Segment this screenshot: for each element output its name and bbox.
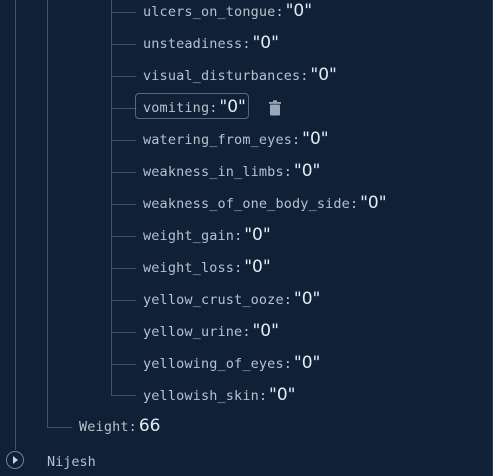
tree-branch (111, 108, 136, 109)
tree-branch (111, 268, 136, 269)
field-key: visual_disturbances (143, 68, 301, 84)
field-value[interactable]: "0" (244, 257, 270, 277)
field-value[interactable]: 66 (139, 416, 161, 436)
tree-branch (111, 236, 136, 237)
tree-branch (111, 364, 136, 365)
field-colon: : (128, 419, 137, 435)
field-colon: : (283, 292, 292, 308)
field-key: yellow_crust_ooze (143, 292, 284, 308)
field-value[interactable]: "0" (269, 385, 295, 405)
tree-branch (111, 44, 136, 45)
field-colon: : (242, 324, 251, 340)
field-key: weight_gain (143, 228, 235, 244)
field-colon: : (292, 132, 301, 148)
field-colon: : (349, 196, 359, 212)
field-value[interactable]: "0" (310, 65, 336, 85)
field-row-vomiting[interactable]: vomiting: "0" (135, 93, 249, 121)
tree-line-root (15, 0, 16, 450)
field-row-unsteadiness[interactable]: unsteadiness: "0" (143, 33, 279, 57)
field-row-weight-gain[interactable]: weight_gain: "0" (143, 225, 271, 249)
field-key: weight_loss (143, 260, 235, 276)
field-colon: : (283, 356, 292, 372)
field-key: yellowish_skin (143, 388, 259, 404)
tree-branch (111, 204, 136, 205)
tree-branch (111, 140, 136, 141)
field-colon: : (234, 260, 243, 276)
field-row-weakness-of-one-body-side[interactable]: weakness_of_one_body_side: "0" (143, 193, 387, 217)
field-row-yellow-urine[interactable]: yellow_urine: "0" (143, 321, 279, 345)
field-colon: : (234, 228, 243, 244)
field-colon: : (242, 36, 251, 52)
field-row-visual-disturbances[interactable]: visual_disturbances: "0" (143, 65, 337, 89)
document-tree-view: ulcers_on_tongue: "0" unsteadiness: "0" … (0, 0, 493, 476)
field-value[interactable]: "0" (294, 353, 320, 373)
field-colon: : (258, 388, 268, 404)
tree-branch (111, 172, 136, 173)
tree-branch (111, 12, 136, 13)
tree-branch (111, 332, 136, 333)
tree-branch-weight (47, 427, 72, 428)
chevron-right-icon[interactable] (6, 451, 24, 469)
tree-branch (111, 395, 136, 396)
trash-icon[interactable] (266, 99, 284, 117)
field-row-yellowing-of-eyes[interactable]: yellowing_of_eyes: "0" (143, 353, 320, 377)
field-value[interactable]: "0" (252, 321, 278, 341)
field-row-ulcers-on-tongue[interactable]: ulcers_on_tongue: "0" (143, 1, 312, 25)
field-value[interactable]: "0" (294, 289, 320, 309)
hover-highlight-box (135, 93, 249, 119)
field-key: Weight (79, 419, 129, 435)
node-label: Nijesh (47, 454, 96, 470)
field-colon: : (275, 4, 284, 20)
tree-branch (111, 76, 136, 77)
field-key: ulcers_on_tongue (143, 4, 276, 20)
tree-branch (111, 300, 136, 301)
field-key: yellow_urine (143, 324, 243, 340)
field-value[interactable]: "0" (360, 193, 386, 213)
field-row-yellowish-skin[interactable]: yellowish_skin: "0" (143, 385, 296, 409)
field-row-yellow-crust-ooze[interactable]: yellow_crust_ooze: "0" (143, 289, 320, 313)
field-row-weight[interactable]: Weight: 66 (79, 416, 160, 436)
tree-line-symptoms (111, 0, 112, 395)
field-value[interactable]: "0" (302, 129, 328, 149)
field-row-weight-loss[interactable]: weight_loss: "0" (143, 257, 271, 281)
field-key: weakness_of_one_body_side (143, 196, 350, 212)
field-value[interactable]: "0" (294, 161, 320, 181)
tree-line-document (47, 0, 48, 427)
field-key: unsteadiness (143, 36, 243, 52)
field-value[interactable]: "0" (286, 1, 312, 21)
field-value[interactable]: "0" (244, 225, 270, 245)
field-row-watering-from-eyes[interactable]: watering_from_eyes: "0" (143, 129, 329, 153)
tree-node-nijesh[interactable]: Nijesh (47, 451, 96, 470)
field-key: watering_from_eyes (143, 132, 292, 148)
field-colon: : (283, 164, 292, 180)
field-key: weakness_in_limbs (143, 164, 284, 180)
field-value[interactable]: "0" (252, 33, 278, 53)
field-key: yellowing_of_eyes (143, 356, 284, 372)
field-row-weakness-in-limbs[interactable]: weakness_in_limbs: "0" (143, 161, 320, 185)
field-colon: : (300, 68, 309, 84)
